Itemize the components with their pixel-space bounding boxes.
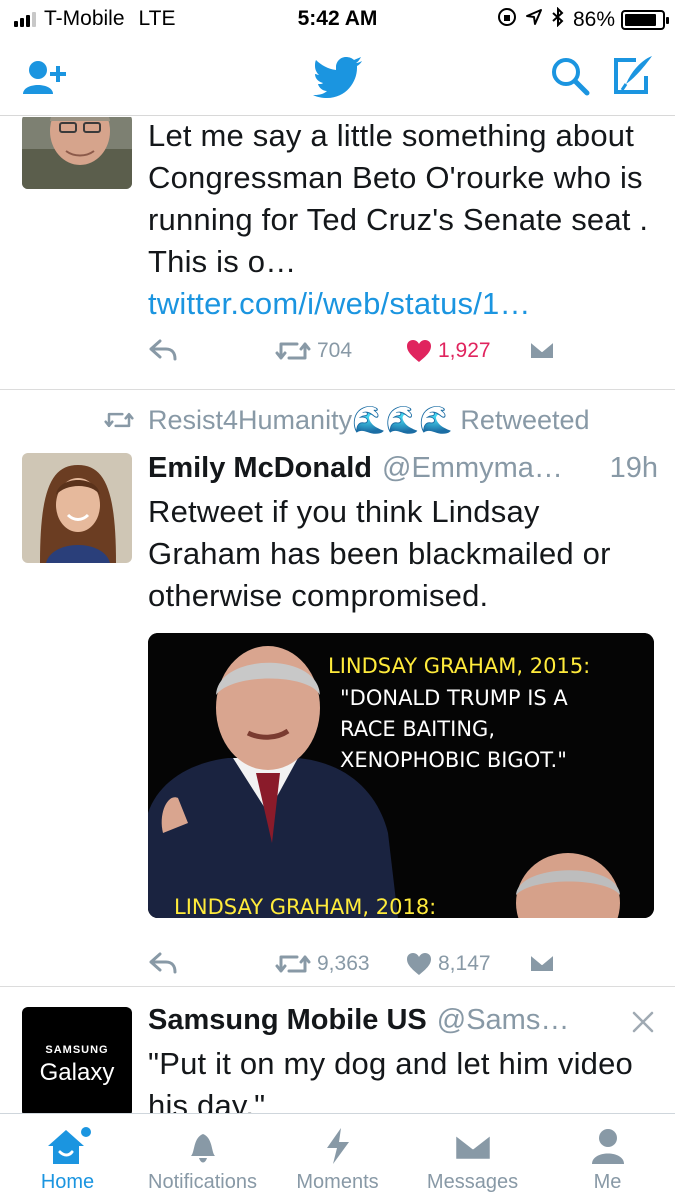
retweet-button[interactable]: 704	[275, 339, 352, 363]
dismiss-button[interactable]	[630, 1009, 656, 1040]
like-button[interactable]: 1,927	[406, 339, 491, 363]
tab-label: Home	[40, 1171, 95, 1193]
envelope-icon	[529, 340, 555, 360]
heart-icon	[407, 953, 431, 975]
tweet-body: Let me say a little something about Cong…	[148, 118, 649, 279]
location-icon	[525, 8, 543, 32]
avatar[interactable]	[22, 453, 132, 563]
home-icon	[44, 1126, 92, 1171]
tweet-header: Samsung Mobile US @Sams…	[148, 1004, 610, 1037]
add-user-icon[interactable]	[22, 58, 68, 103]
bottom-tab-bar: Home Notifications Moments Messages Me	[0, 1113, 675, 1200]
lightning-icon	[323, 1126, 353, 1171]
media-caption-quote: "DONALD TRUMP IS A RACE BAITING, XENOPHO…	[340, 686, 568, 772]
author-handle[interactable]: @Sams…	[437, 1004, 610, 1037]
search-icon[interactable]	[550, 56, 590, 101]
author-name[interactable]: Emily McDonald	[148, 452, 372, 485]
envelope-icon	[452, 1126, 494, 1171]
reply-icon	[149, 339, 177, 361]
compose-icon[interactable]	[612, 54, 656, 101]
tab-me[interactable]: Me	[540, 1114, 675, 1200]
person-icon	[588, 1126, 628, 1171]
like-button[interactable]: 8,147	[406, 952, 491, 976]
tab-messages[interactable]: Messages	[405, 1114, 540, 1200]
avatar[interactable]	[22, 117, 132, 189]
tab-label: Notifications	[148, 1171, 257, 1193]
retweeted-by-text[interactable]: Resist4Humanity🌊🌊🌊 Retweeted	[148, 404, 590, 436]
avatar[interactable]: SAMSUNG Galaxy	[22, 1007, 132, 1113]
tweet-text: "Put it on my dog and let him video his …	[148, 1046, 633, 1113]
reply-icon	[149, 952, 177, 974]
tweet-media-image[interactable]: LINDSAY GRAHAM, 2015: "DONALD TRUMP IS A…	[148, 633, 654, 918]
tweet-card[interactable]: SAMSUNG Galaxy Samsung Mobile US @Sams… …	[0, 987, 675, 1113]
rotation-lock-icon	[497, 7, 517, 33]
avatar-brand-top: SAMSUNG	[45, 1044, 109, 1056]
retweet-count: 9,363	[317, 952, 370, 975]
retweet-small-icon	[104, 412, 134, 428]
status-right: 86%	[497, 6, 669, 33]
tweet-time: 19h	[609, 452, 658, 484]
retweet-count: 704	[317, 339, 353, 362]
tweet-card[interactable]: Let me say a little something about Cong…	[0, 117, 675, 390]
retweet-icon	[275, 955, 311, 973]
tweet-link[interactable]: twitter.com/i/web/status/1…	[148, 286, 531, 321]
heart-filled-icon	[407, 340, 431, 362]
author-handle[interactable]: @Emmyma…	[382, 452, 600, 485]
tweet-actions: 704 1,927	[148, 339, 568, 371]
timeline-feed[interactable]: Let me say a little something about Cong…	[0, 117, 675, 1113]
tweet-header: Emily McDonald @Emmyma… 19h	[148, 452, 658, 485]
media-caption-title-1: LINDSAY GRAHAM, 2015:	[328, 654, 591, 678]
like-count: 1,927	[438, 339, 491, 362]
like-count: 8,147	[438, 952, 491, 975]
reply-button[interactable]	[148, 952, 178, 974]
tab-home[interactable]: Home	[0, 1114, 135, 1200]
tweet-text: Retweet if you think Lindsay Graham has …	[148, 494, 611, 613]
close-icon	[632, 1011, 654, 1033]
tab-notifications[interactable]: Notifications	[135, 1114, 270, 1200]
retweet-icon	[275, 342, 311, 360]
battery-icon	[621, 10, 669, 30]
tweet-actions: 9,363 8,147	[148, 952, 568, 984]
tab-moments[interactable]: Moments	[270, 1114, 405, 1200]
battery-percent: 86%	[572, 8, 615, 31]
direct-message-button[interactable]	[528, 952, 556, 974]
bell-icon	[183, 1126, 223, 1171]
author-name[interactable]: Samsung Mobile US	[148, 1004, 427, 1037]
top-nav-bar	[0, 40, 675, 116]
tab-label: Me	[593, 1171, 622, 1193]
avatar-brand-bottom: Galaxy	[39, 1059, 115, 1086]
tab-label: Moments	[296, 1171, 379, 1193]
retweeted-by-line: Resist4Humanity🌊🌊🌊 Retweeted	[104, 404, 590, 436]
reply-button[interactable]	[148, 339, 178, 361]
tweet-text: Let me say a little something about Cong…	[148, 117, 658, 325]
tab-label: Messages	[426, 1171, 519, 1193]
bluetooth-icon	[551, 6, 565, 33]
retweet-button[interactable]: 9,363	[275, 952, 370, 976]
twitter-bird-icon[interactable]	[313, 56, 363, 103]
direct-message-button[interactable]	[528, 339, 556, 361]
tweet-card[interactable]: Resist4Humanity🌊🌊🌊 Retweeted Emily McDon…	[0, 390, 675, 987]
envelope-icon	[529, 953, 555, 973]
status-bar: T-Mobile LTE 5:42 AM 86%	[0, 0, 675, 40]
media-caption-title-2: LINDSAY GRAHAM, 2018:	[174, 895, 437, 918]
